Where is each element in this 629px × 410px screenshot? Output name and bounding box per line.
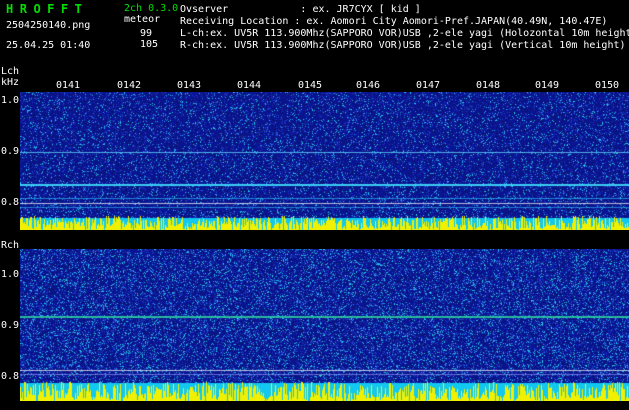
version-label: 2ch 0.3.0: [124, 3, 179, 14]
date-time: 25.04.25 01:40: [6, 40, 91, 51]
khz-unit-label: kHz: [1, 77, 20, 88]
rch-tick-0-9: 0.9: [1, 320, 20, 331]
time-label-0148: 0148: [476, 80, 501, 91]
time-label-0142: 0142: [117, 80, 142, 91]
meteor-count-rch: 105: [140, 39, 159, 50]
rch-info-line: R-ch:ex. UV5R 113.900Mhz(SAPPORO VOR)USB…: [180, 40, 626, 51]
observer-line: Ovserver : ex. JR7CYX [ kid ]: [180, 4, 421, 15]
rch-spectrogram: [20, 249, 629, 401]
time-label-0141: 0141: [56, 80, 81, 91]
time-label-0143: 0143: [177, 80, 202, 91]
lch-label: Lch: [1, 66, 20, 77]
rch-label: Rch: [1, 240, 20, 251]
time-label-0149: 0149: [535, 80, 560, 91]
lch-tick-0-9: 0.9: [1, 146, 20, 157]
time-label-0150: 0150: [595, 80, 620, 91]
meteor-label: meteor: [124, 14, 161, 25]
time-label-0144: 0144: [237, 80, 262, 91]
lch-tick-1-0: 1.0: [1, 95, 20, 106]
meteor-count-lch: 99: [140, 28, 153, 39]
time-label-0145: 0145: [298, 80, 323, 91]
rch-tick-0-8: 0.8: [1, 371, 20, 382]
file-name: 2504250140.png: [6, 20, 91, 31]
lch-info-line: L-ch:ex. UV5R 113.900Mhz(SAPPORO VOR)USB…: [180, 28, 629, 39]
app-logo: HROFFT: [6, 2, 89, 16]
rch-tick-1-0: 1.0: [1, 269, 20, 280]
rch-spectrogram-canvas: [20, 249, 629, 401]
lch-spectrogram: [20, 92, 629, 230]
location-line: Receiving Location : ex. Aomori City Aom…: [180, 16, 608, 27]
lch-tick-0-8: 0.8: [1, 197, 20, 208]
time-label-0146: 0146: [356, 80, 381, 91]
lch-spectrogram-canvas: [20, 92, 629, 230]
time-label-0147: 0147: [416, 80, 441, 91]
